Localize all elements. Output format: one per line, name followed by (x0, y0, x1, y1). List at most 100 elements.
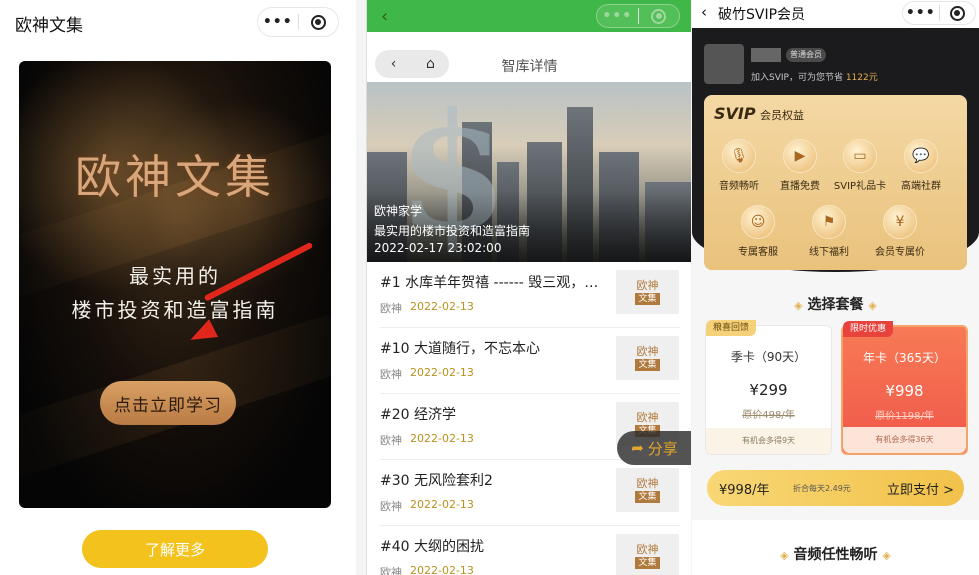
page-title: 破竹SVIP会员 (718, 7, 806, 23)
price-tag-icon: ¥ (883, 205, 917, 239)
poster-subtitle: 楼市投资和造富指南 (71, 298, 279, 322)
perk-live[interactable]: ▶ 直播免费 (770, 139, 830, 192)
diamond-icon: ◈ (882, 549, 891, 562)
service-icon: ☺ (741, 205, 775, 239)
svip-benefits-card: SVIP 会员权益 🎙 音频畅听 ▶ 直播免费 ▭ SVIP礼品卡 💬 高端社群 (704, 95, 967, 270)
plan-original-price: 原价1198/年 (875, 411, 934, 422)
article-date: 2022-02-13 (410, 300, 474, 313)
close-program-button[interactable] (299, 14, 339, 30)
poster-title: 欧神文集 (75, 150, 275, 204)
article-author: 欧神 (380, 302, 402, 315)
perk-gift-card[interactable]: ▭ SVIP礼品卡 (830, 139, 890, 192)
page-title: 欧神文集 (15, 16, 83, 36)
perk-community[interactable]: 💬 高端社群 (891, 139, 951, 192)
plan-original-price: 原价498/年 (742, 410, 795, 421)
article-date: 2022-02-13 (410, 432, 474, 445)
article-title: #10 大道随行，不忘本心 (380, 341, 540, 357)
close-program-button[interactable] (940, 5, 976, 21)
study-now-button[interactable]: 点击立即学习 (100, 381, 236, 425)
perk-label: 会员专属价 (875, 247, 925, 258)
microphone-icon: 🎙 (722, 139, 756, 173)
audio-section-title: ◈ 音频任性畅听 ◈ (780, 547, 891, 563)
plan-name: 年卡（365天） (863, 351, 946, 365)
article-thumbnail: 欧神文集 (616, 468, 679, 512)
perk-label: 音频畅听 (719, 181, 759, 192)
plan-card-quarterly[interactable]: 粮喜回馈 季卡（90天） ¥299 原价498/年 有机会多得9天 (705, 320, 832, 455)
perk-label: 线下福利 (809, 247, 849, 258)
banner-column: 欧神家学 (374, 204, 423, 218)
flag-icon: ⚑ (812, 205, 846, 239)
play-icon: ▶ (783, 139, 817, 173)
nav-bar: ‹ 破竹SVIP会员 ••• (692, 0, 979, 28)
share-button[interactable]: ➦ 分享 (617, 431, 691, 465)
perk-audio[interactable]: 🎙 音频畅听 (709, 139, 769, 192)
perk-customer-service[interactable]: ☺ 专属客服 (728, 205, 788, 258)
article-thumbnail: 欧神文集 (616, 336, 679, 380)
perk-label: SVIP礼品卡 (833, 181, 887, 192)
chat-icon: 💬 (904, 139, 938, 173)
more-menu-button[interactable]: ••• (903, 5, 939, 21)
article-author: 欧神 (380, 566, 402, 575)
article-item[interactable]: #10 大道随行，不忘本心 欧神 2022-02-13 欧神 文集 (380, 328, 680, 394)
plan-card-annual[interactable]: 限时优惠 年卡（365天） ¥998 原价1198/年 有机会多得36天 (841, 321, 968, 455)
pay-bar: ¥998/年 折合每天2.49元 立即支付 > (707, 470, 964, 506)
perk-label: 专属客服 (738, 247, 778, 258)
share-label: 分享 (647, 439, 678, 458)
page-title: 智库详情 (501, 59, 558, 75)
plan-bonus-note: 有机会多得36天 (843, 427, 966, 453)
perk-member-price[interactable]: ¥ 会员专属价 (870, 205, 930, 258)
perk-label: 直播免费 (780, 181, 820, 192)
article-title: #30 无风险套利2 (380, 473, 493, 489)
pay-now-button[interactable]: 立即支付 > (887, 479, 954, 498)
banner-headline: 最实用的楼市投资和造富指南 (374, 224, 531, 238)
article-author: 欧神 (380, 434, 402, 447)
svip-logo: SVIP (714, 104, 756, 123)
banner-timestamp: 2022-02-17 23:02:00 (374, 241, 502, 255)
plan-tag: 限时优惠 (843, 321, 894, 337)
article-date: 2022-02-13 (410, 366, 474, 379)
plan-tag: 粮喜回馈 (706, 320, 757, 336)
learn-more-button[interactable]: 了解更多 (82, 530, 268, 568)
close-program-button[interactable] (639, 8, 680, 24)
plan-name: 季卡（90天） (730, 350, 807, 364)
back-icon[interactable]: ‹ (381, 6, 388, 27)
article-date: 2022-02-13 (410, 564, 474, 575)
avatar (704, 44, 744, 84)
savings-amount: 1122元 (845, 73, 878, 83)
article-title: #40 大纲的困扰 (380, 539, 484, 555)
poster-subtitle: 最实用的 (129, 264, 221, 288)
share-icon: ➦ (631, 439, 644, 457)
panel-article-list: ‹ ••• ‹ ⌂ 智库详情 $ 欧神家学 最实用的楼市投资和造富指南 2022… (366, 0, 691, 575)
article-title: #20 经济学 (380, 407, 456, 423)
blurred-username (751, 48, 781, 62)
back-icon[interactable]: ‹ (701, 3, 707, 21)
more-menu-button[interactable]: ••• (258, 14, 298, 30)
green-nav-bar: ‹ ••• (367, 0, 691, 32)
article-item[interactable]: #1 水库羊年贺禧 ------ 毁三观，… 欧神 2022-02-13 欧神文… (380, 262, 680, 328)
panel-wenji-landing: 欧神文集 ••• 欧神文集 最实用的 楼市投资和造富指南 点击立即学习 了解更多 (0, 0, 356, 575)
article-author: 欧神 (380, 368, 402, 381)
article-date: 2022-02-13 (410, 498, 474, 511)
record-icon (651, 8, 667, 24)
more-menu-button[interactable]: ••• (597, 8, 638, 24)
card-icon: ▭ (843, 139, 877, 173)
plan-bonus-note: 有机会多得9天 (706, 428, 831, 454)
diamond-icon: ◈ (780, 549, 789, 562)
perk-offline[interactable]: ⚑ 线下福利 (799, 205, 859, 258)
plans-section-title: ◈ 选择套餐 ◈ (794, 297, 877, 313)
benefits-heading: 会员权益 (760, 109, 804, 122)
article-author: 欧神 (380, 500, 402, 513)
plan-price: ¥299 (749, 381, 788, 399)
record-icon (949, 5, 965, 21)
promo-poster: 欧神文集 最实用的 楼市投资和造富指南 点击立即学习 (19, 61, 331, 508)
article-item[interactable]: #40 大纲的困扰 欧神 2022-02-13 欧神 文集 (380, 526, 680, 575)
audio-section: ◈ 音频任性畅听 ◈ (692, 520, 979, 575)
mini-program-capsule: ••• (902, 1, 976, 25)
article-banner: $ 欧神家学 最实用的楼市投资和造富指南 2022-02-17 23:02:00 (367, 82, 691, 262)
member-header: 普通会员 加入SVIP，可为您节省 1122元 SVIP 会员权益 🎙 音频畅听… (692, 28, 979, 272)
article-item[interactable]: #30 无风险套利2 欧神 2022-02-13 欧神 文集 (380, 460, 680, 526)
pay-price: ¥998/年 (719, 483, 770, 498)
savings-text: 加入SVIP，可为您节省 1122元 (751, 73, 878, 83)
perk-label: 高端社群 (901, 181, 941, 192)
article-thumbnail: 欧神文集 (616, 534, 679, 575)
